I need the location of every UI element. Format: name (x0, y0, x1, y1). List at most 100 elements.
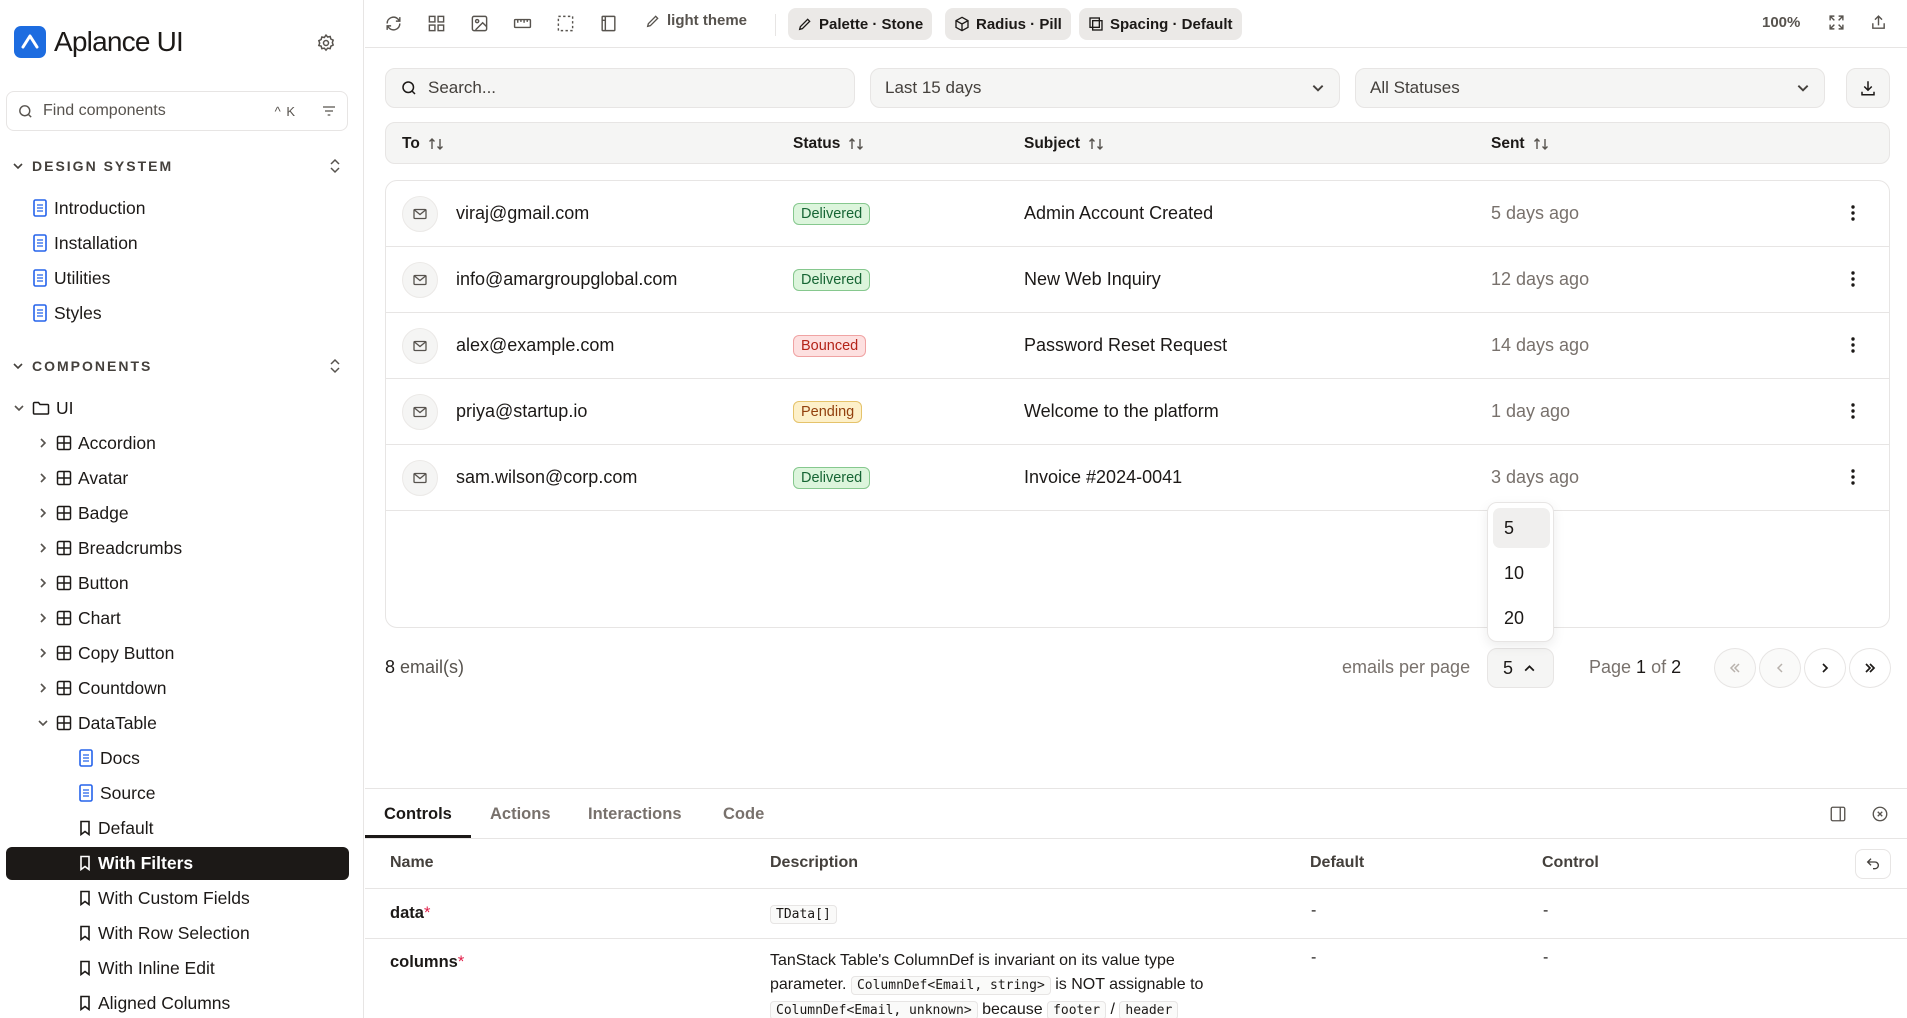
more-options-icon[interactable] (1851, 204, 1855, 222)
document-icon (78, 784, 94, 802)
sidebar-item-styles[interactable]: Styles (32, 296, 102, 330)
more-options-icon[interactable] (1851, 468, 1855, 486)
more-options-icon[interactable] (1851, 402, 1855, 420)
table-row[interactable]: viraj@gmail.com Delivered Admin Account Cr… (386, 181, 1889, 247)
grid-icon[interactable] (427, 14, 446, 33)
sidebar-item-copy-button[interactable]: Copy Button (36, 636, 174, 670)
status-select[interactable]: All Statuses (1355, 68, 1825, 108)
outline-icon[interactable] (556, 14, 575, 33)
header-name: Name (390, 854, 434, 871)
component-icon (56, 610, 72, 626)
sidebar-item-with-inline-edit[interactable]: With Inline Edit (78, 951, 215, 985)
palette-chip[interactable]: Palette · Stone (788, 8, 933, 40)
sidebar-item-installation[interactable]: Installation (32, 226, 138, 260)
sidebar-item-utilities[interactable]: Utilities (32, 261, 110, 295)
next-page-button[interactable] (1804, 648, 1846, 688)
sidebar-item-accordion[interactable]: Accordion (36, 426, 156, 460)
table-row[interactable]: sam.wilson@corp.com Delivered Invoice #202… (386, 445, 1889, 511)
section-components[interactable]: COMPONENTS (12, 358, 342, 374)
chevron-down-icon (12, 360, 24, 372)
sidebar-item-with-custom-fields[interactable]: With Custom Fields (78, 881, 250, 915)
sidebar-item-label: Aligned Columns (98, 992, 231, 1013)
brand[interactable]: Aplance UI (14, 26, 184, 58)
chevron-down-icon (12, 160, 24, 172)
download-button[interactable] (1846, 68, 1890, 108)
date-range-select[interactable]: Last 15 days (870, 68, 1340, 108)
tab-actions[interactable]: Actions (490, 805, 551, 824)
column-header-to[interactable]: To (402, 135, 444, 153)
column-header-sent[interactable]: Sent (1491, 135, 1549, 153)
sidebar-item-chart[interactable]: Chart (36, 601, 121, 635)
per-page-option[interactable]: 5 (1493, 508, 1550, 548)
prop-description: TanStack Table's ColumnDef is invariant … (770, 949, 1240, 1018)
tab-interactions[interactable]: Interactions (588, 805, 682, 824)
search-icon (17, 103, 34, 120)
theme-toggle[interactable]: light theme (645, 12, 747, 29)
sidebar-item-docs[interactable]: Docs (78, 741, 140, 775)
sidebar-item-badge[interactable]: Badge (36, 496, 129, 530)
filter-icon[interactable] (321, 103, 337, 119)
prev-page-button[interactable] (1759, 648, 1801, 688)
sidebar-item-default[interactable]: Default (78, 811, 153, 845)
more-options-icon[interactable] (1851, 336, 1855, 354)
sidebar-item-datatable[interactable]: DataTable (36, 706, 157, 740)
ruler-icon[interactable] (513, 14, 532, 33)
image-icon[interactable] (470, 14, 489, 33)
close-icon[interactable] (1871, 805, 1889, 823)
section-design-system[interactable]: DESIGN SYSTEM (12, 158, 342, 174)
prop-control: - (1543, 902, 1549, 919)
sidebar-item-with-row-selection[interactable]: With Row Selection (78, 916, 250, 950)
pencil-icon (645, 13, 661, 29)
zoom-level[interactable]: 100% (1762, 14, 1800, 31)
per-page-option[interactable]: 20 (1493, 598, 1550, 638)
cell-to: info@amargroupglobal.com (456, 269, 678, 289)
sidebar-item-aligned-columns[interactable]: Aligned Columns (78, 986, 230, 1018)
prop-row-columns: columns* TanStack Table's ColumnDef is i… (365, 939, 1907, 1018)
fullscreen-icon[interactable] (1828, 14, 1845, 31)
sidebar-folder-ui[interactable]: UI (12, 391, 74, 425)
table-row[interactable]: alex@example.com Bounced Password Reset Re… (386, 313, 1889, 379)
expand-collapse-icon[interactable] (328, 157, 342, 175)
column-header-status[interactable]: Status (793, 135, 864, 153)
gear-icon[interactable] (316, 33, 336, 53)
sidebar-item-label: UI (56, 397, 74, 418)
sidebar-item-label: Avatar (78, 467, 129, 488)
sidebar-item-button[interactable]: Button (36, 566, 129, 600)
radius-chip[interactable]: Radius · Pill (945, 8, 1071, 40)
table-body: viraj@gmail.com Delivered Admin Account Cr… (385, 180, 1890, 628)
table-row[interactable]: priya@startup.io Pending Welcome to the pl… (386, 379, 1889, 445)
more-options-icon[interactable] (1851, 270, 1855, 288)
table-search-input[interactable]: Search... (385, 68, 855, 108)
chevron-left-icon (1773, 661, 1787, 675)
per-page-option[interactable]: 10 (1493, 553, 1550, 593)
mail-icon (402, 328, 438, 364)
sidebar-item-countdown[interactable]: Countdown (36, 671, 167, 705)
sidebar-item-avatar[interactable]: Avatar (36, 461, 128, 495)
viewport-icon[interactable] (599, 14, 618, 33)
header-description: Description (770, 854, 859, 871)
cell-to: sam.wilson@corp.com (456, 467, 638, 487)
sidebar-item-source[interactable]: Source (78, 776, 155, 810)
last-page-button[interactable] (1849, 648, 1891, 688)
required-marker: * (423, 904, 431, 922)
component-search-input[interactable]: Find components ^ K (6, 91, 348, 131)
document-icon (32, 199, 48, 217)
column-header-subject[interactable]: Subject (1024, 135, 1104, 153)
sidebar-item-introduction[interactable]: Introduction (32, 191, 145, 225)
first-page-button[interactable] (1714, 648, 1756, 688)
search-icon (400, 79, 418, 97)
panel-layout-icon[interactable] (1829, 805, 1847, 823)
sidebar-item-with-filters[interactable]: With Filters (78, 846, 193, 880)
per-page-select[interactable]: 5 (1487, 648, 1554, 688)
tab-controls[interactable]: Controls (384, 805, 452, 824)
chevron-up-icon (1523, 662, 1536, 675)
spacing-chip[interactable]: Spacing · Default (1079, 8, 1242, 40)
reset-button[interactable] (1855, 849, 1891, 879)
expand-collapse-icon[interactable] (328, 357, 342, 375)
sidebar-item-breadcrumbs[interactable]: Breadcrumbs (36, 531, 182, 565)
table-row[interactable]: info@amargroupglobal.com Delivered New Web… (386, 247, 1889, 313)
reload-icon[interactable] (384, 14, 403, 33)
cell-subject: New Web Inquiry (1024, 269, 1161, 289)
tab-code[interactable]: Code (723, 805, 764, 824)
share-icon[interactable] (1870, 14, 1887, 31)
